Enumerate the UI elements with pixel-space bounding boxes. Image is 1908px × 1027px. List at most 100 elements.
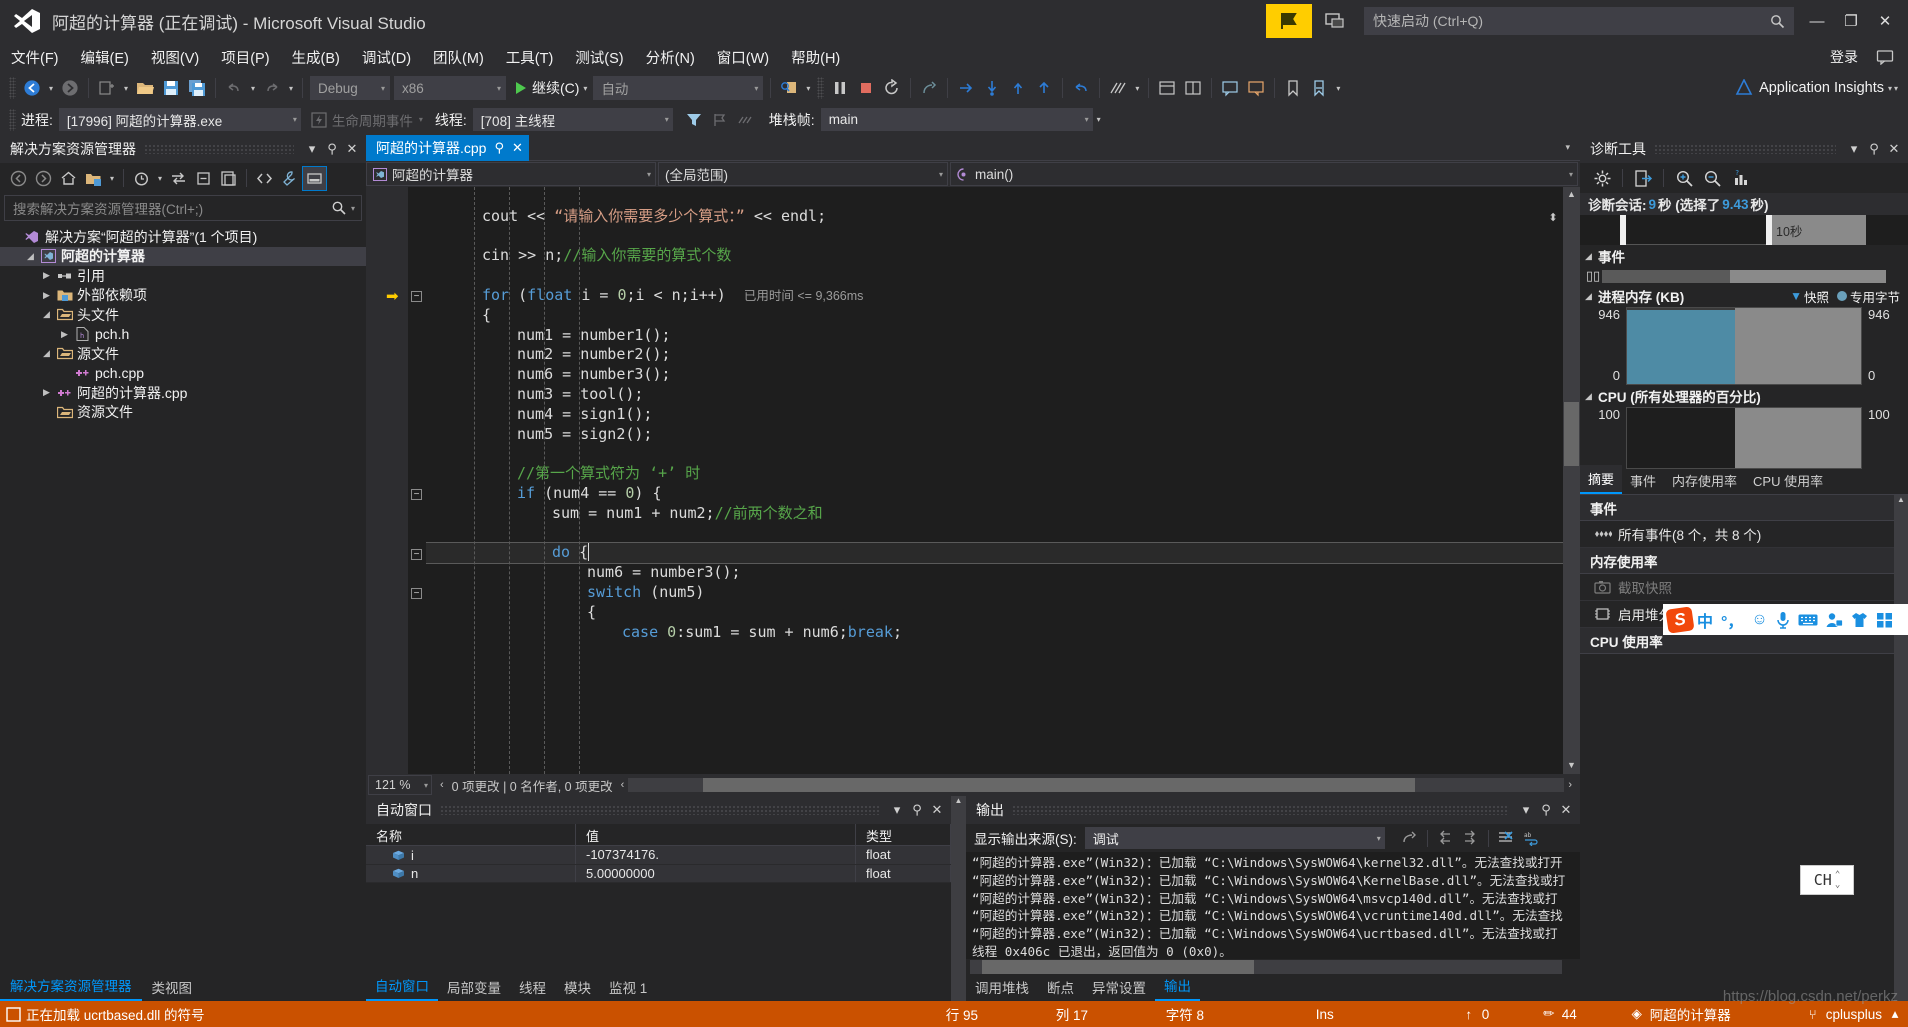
break-all-icon[interactable]: [827, 75, 853, 101]
debug-toolbar-overflow-icon[interactable]: ▾: [1093, 107, 1105, 133]
twisty[interactable]: ▶: [56, 329, 73, 340]
redo-dropdown-icon[interactable]: ▾: [285, 75, 297, 101]
collapse-triangle-icon[interactable]: ◢: [1585, 391, 1598, 402]
sogou-ime-toolbar[interactable]: S 中 °， ☺: [1663, 604, 1908, 635]
tab-solution-explorer[interactable]: 解决方案资源管理器: [0, 971, 142, 1001]
panel-menu-icon[interactable]: ▾: [302, 138, 322, 160]
settings-gear-icon[interactable]: [1588, 165, 1616, 191]
editor-vertical-scrollbar[interactable]: ▲ ▼: [1563, 187, 1580, 774]
menu-file[interactable]: 文件(F): [0, 45, 70, 70]
continue-button-label[interactable]: 继续(C): [532, 78, 579, 98]
tree-item-pch-h[interactable]: ▶ h pch.h: [0, 325, 366, 345]
twisty[interactable]: ◢: [38, 309, 55, 320]
timeline-selection[interactable]: 10秒: [1772, 215, 1866, 245]
undo-icon[interactable]: [221, 75, 247, 101]
editor-text-area[interactable]: cout << “请输入你需要多少个算式：” << endl; cin >> n…: [426, 187, 1563, 774]
close-icon[interactable]: ✕: [927, 799, 947, 821]
new-project-dropdown-icon[interactable]: ▾: [120, 75, 132, 101]
collapse-all-icon[interactable]: [191, 166, 216, 191]
toggle-word-wrap-icon[interactable]: ab: [1519, 826, 1545, 850]
close-icon[interactable]: ✕: [342, 138, 362, 160]
pending-changes-icon[interactable]: [129, 166, 154, 191]
tab-locals[interactable]: 局部变量: [438, 973, 510, 1001]
navbar-function-combo[interactable]: main() ▾: [950, 162, 1578, 186]
restart-icon[interactable]: [879, 75, 905, 101]
maximize-button[interactable]: ❐: [1834, 3, 1868, 39]
undo-dropdown-icon[interactable]: ▾: [247, 75, 259, 101]
previous-message-icon[interactable]: [1432, 826, 1458, 850]
undo-nav-icon[interactable]: [1068, 75, 1094, 101]
tab-summary[interactable]: 摘要: [1580, 465, 1623, 494]
tab-autos[interactable]: 自动窗口: [366, 971, 438, 1001]
tab-output[interactable]: 输出: [1155, 971, 1200, 1001]
pin-icon[interactable]: ⚲: [494, 140, 504, 156]
twisty[interactable]: ▶: [38, 387, 55, 398]
step-over-icon[interactable]: [953, 75, 979, 101]
intellitrace-dropdown-icon[interactable]: ▾: [1131, 75, 1143, 101]
attach-dropdown-icon[interactable]: ▾: [802, 75, 814, 101]
output-source-combo[interactable]: 调试 ▾: [1084, 827, 1385, 849]
chevron-down-icon[interactable]: ▾: [1555, 142, 1580, 153]
menu-build[interactable]: 生成(B): [281, 45, 351, 70]
tab-watch-1[interactable]: 监视 1: [600, 973, 656, 1001]
fold-toggle-do[interactable]: −: [411, 549, 422, 560]
zoom-level-combo[interactable]: 121 % ▾: [368, 775, 432, 795]
ime-emoji-icon[interactable]: ☺: [1747, 611, 1771, 629]
collapse-triangle-icon[interactable]: ◢: [1585, 291, 1598, 302]
tree-item-external-dependencies[interactable]: ▶ 外部依赖项: [0, 286, 366, 306]
pin-icon[interactable]: ⚲: [1864, 138, 1884, 160]
step-out-arrow-icon[interactable]: [1031, 75, 1057, 101]
autos-row-value[interactable]: 5.00000000: [576, 864, 856, 882]
step-out-icon[interactable]: [1005, 75, 1031, 101]
continue-play-icon[interactable]: [516, 82, 526, 94]
tree-item-main-cpp[interactable]: ▶ 阿超的计算器.cpp: [0, 383, 366, 403]
properties-window-icon[interactable]: [216, 166, 241, 191]
source-control-up-icon[interactable]: ↑: [1456, 1007, 1482, 1022]
stop-debugging-icon[interactable]: [853, 75, 879, 101]
column-header-value[interactable]: 值: [576, 824, 856, 845]
intellitrace-icon[interactable]: [1105, 75, 1131, 101]
tab-modules[interactable]: 模块: [555, 973, 600, 1001]
scroll-up-icon[interactable]: ▲: [1564, 189, 1579, 201]
code-lens-changes[interactable]: 0 项更改 | 0 名作者, 0 项更改: [444, 776, 621, 795]
tab-exception-settings[interactable]: 异常设置: [1083, 973, 1155, 1001]
chevron-down-icon[interactable]: ▾: [347, 204, 359, 213]
panel-menu-icon[interactable]: ▾: [1516, 799, 1536, 821]
quick-launch-input[interactable]: 快速启动 (Ctrl+Q): [1364, 7, 1794, 35]
status-branch[interactable]: cplusplus: [1826, 1007, 1882, 1022]
navbar-scope-combo[interactable]: (全局范围) ▾: [658, 162, 948, 186]
comment-icon[interactable]: [1217, 75, 1243, 101]
pending-changes-pencil-icon[interactable]: ✏: [1536, 1006, 1562, 1022]
summary-all-events-row[interactable]: 所有事件(8 个，共 8 个): [1580, 521, 1894, 548]
summary-take-snapshot-row[interactable]: 截取快照: [1580, 574, 1894, 601]
window-split-icon[interactable]: [1180, 75, 1206, 101]
diagnostic-timeline[interactable]: 10秒: [1580, 215, 1908, 245]
events-section-header[interactable]: ◢ 事件: [1580, 245, 1908, 267]
pin-icon[interactable]: ⚲: [1536, 799, 1556, 821]
zoom-out-icon[interactable]: [1698, 165, 1726, 191]
tab-cpu-usage[interactable]: CPU 使用率: [1745, 467, 1831, 494]
document-tab-main-cpp[interactable]: 阿超的计算器.cpp ⚲ ✕: [366, 135, 529, 161]
tab-memory-usage[interactable]: 内存使用率: [1664, 467, 1745, 494]
solution-explorer-search-input[interactable]: 搜索解决方案资源管理器(Ctrl+;) ▾: [4, 195, 362, 221]
menu-analyze[interactable]: 分析(N): [635, 45, 706, 70]
toolbar-grip-2[interactable]: [817, 77, 825, 99]
autos-grid[interactable]: 名称 值 类型 i -107374176. float n 5.00000000…: [366, 824, 951, 975]
next-message-icon[interactable]: [1458, 826, 1484, 850]
toolbar-grip[interactable]: [9, 77, 16, 99]
ime-keyboard-icon[interactable]: [1794, 613, 1822, 627]
editor-glyph-margin[interactable]: ➡: [380, 187, 408, 774]
summary-vertical-scrollbar[interactable]: ▲: [1894, 495, 1908, 1001]
tab-class-view[interactable]: 类视图: [142, 973, 203, 1001]
menu-tools[interactable]: 工具(T): [495, 45, 565, 70]
chevron-down-icon[interactable]: ⌃ ⌄: [1835, 870, 1840, 890]
prev-change-icon[interactable]: ‹: [432, 779, 444, 791]
collapse-triangle-icon[interactable]: ◢: [1585, 251, 1598, 262]
memory-chart[interactable]: 946 0 946 0: [1580, 307, 1908, 385]
close-icon[interactable]: ✕: [1556, 799, 1576, 821]
split-view-icon[interactable]: ⬍: [1546, 211, 1560, 233]
navigate-backward-icon[interactable]: [19, 75, 45, 101]
tree-item-pch-cpp[interactable]: pch.cpp: [0, 364, 366, 384]
home-icon[interactable]: [56, 166, 81, 191]
debug-target-combo[interactable]: 自动 ▾: [593, 76, 764, 100]
